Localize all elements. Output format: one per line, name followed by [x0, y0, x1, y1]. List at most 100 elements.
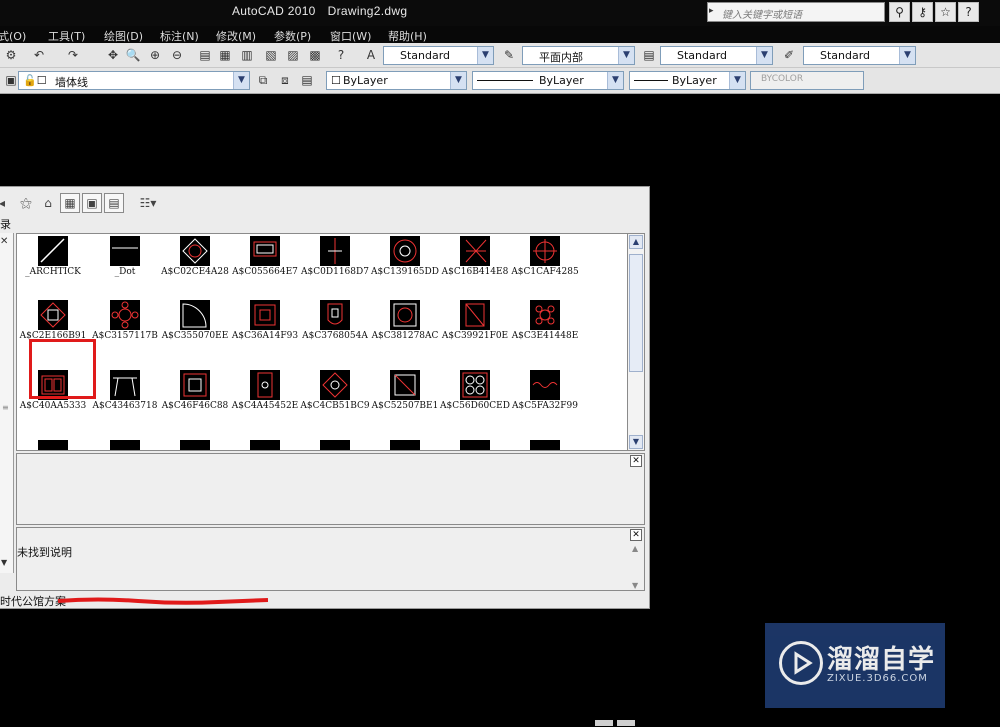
- menu-parametric[interactable]: 参数(P): [274, 28, 311, 44]
- favorites-icon[interactable]: ⚝: [16, 193, 36, 213]
- block-thumbnail: [250, 236, 280, 266]
- block-item[interactable]: A$C3E41448E: [509, 300, 581, 370]
- close-icon[interactable]: ✕: [0, 236, 8, 247]
- zoom-window-icon[interactable]: ⊕: [146, 46, 164, 64]
- description-scrollbar[interactable]: ▲ ▼: [630, 544, 644, 590]
- block-item[interactable]: _ARCHTICK: [17, 236, 89, 306]
- description-toggle-icon[interactable]: ▤: [104, 193, 124, 213]
- bottom-status-strip: [0, 719, 1000, 727]
- palette-scrollbar[interactable]: ▲ ▼: [628, 233, 645, 451]
- menu-dimension[interactable]: 标注(N): [160, 28, 199, 44]
- layer-states-icon[interactable]: ▤: [298, 71, 316, 89]
- chevron-down-icon[interactable]: ▼: [899, 47, 915, 64]
- chevron-down-icon[interactable]: ▼: [756, 47, 772, 64]
- color-swatch-icon: ☐: [331, 74, 341, 87]
- tool-palette-icon[interactable]: ▥: [238, 46, 256, 64]
- scroll-down-icon[interactable]: ▼: [632, 581, 638, 590]
- star-icon[interactable]: ☆: [935, 2, 956, 22]
- help-icon[interactable]: ?: [332, 46, 350, 64]
- settings-icon[interactable]: ⚙: [2, 46, 20, 64]
- linetype-select[interactable]: ByLayer ▼: [472, 71, 624, 90]
- make-current-icon[interactable]: ⧉: [254, 71, 272, 89]
- binoculars-icon[interactable]: ⚲: [889, 2, 910, 22]
- menu-window[interactable]: 窗口(W): [330, 28, 371, 44]
- home-icon[interactable]: ⌂: [38, 193, 58, 213]
- calculator-icon[interactable]: ▩: [306, 46, 324, 64]
- menu-draw[interactable]: 绘图(D): [104, 28, 143, 44]
- search-input[interactable]: ▸ 键入关键字或短语: [707, 2, 885, 22]
- menu-help[interactable]: 帮助(H): [388, 28, 427, 44]
- back-icon[interactable]: ◂: [0, 193, 12, 213]
- scroll-up-icon[interactable]: ▲: [632, 544, 638, 553]
- scroll-down-icon[interactable]: ▼: [629, 435, 643, 449]
- block-thumbnail-partial: [180, 440, 210, 450]
- block-item[interactable]: A$C1CAF4285: [509, 236, 581, 306]
- menu-tools[interactable]: 工具(T): [48, 28, 85, 44]
- undo-icon[interactable]: ↶: [30, 46, 48, 64]
- block-thumbnail-partial: [250, 440, 280, 450]
- block-palette: _ARCHTICK _Dot A$C02CE4A28 A$C055664E7 A…: [16, 233, 628, 451]
- dim-style-icon[interactable]: ✎: [500, 46, 518, 64]
- block-thumbnail: [320, 300, 350, 330]
- block-name: A$C5FA32F99: [512, 401, 578, 411]
- help-icon[interactable]: ?: [958, 2, 979, 22]
- scroll-thumb[interactable]: [629, 254, 643, 372]
- menu-format[interactable]: 式(O): [0, 28, 26, 44]
- menu-modify[interactable]: 修改(M): [216, 28, 256, 44]
- preview-toggle-icon[interactable]: ▣: [82, 193, 102, 213]
- text-style-select[interactable]: Standard ▼: [383, 46, 494, 65]
- dim-style-select[interactable]: 平面内部 ▼: [522, 46, 635, 65]
- block-thumbnail: [530, 370, 560, 400]
- design-center-icon[interactable]: ▦: [216, 46, 234, 64]
- grip-icon[interactable]: ≡: [2, 403, 9, 412]
- status-tab[interactable]: [617, 720, 635, 726]
- infocenter-icons: ⚲ ⚷ ☆ ?: [889, 2, 979, 22]
- close-icon[interactable]: ✕: [630, 455, 642, 467]
- sheet-set-icon[interactable]: ▧: [262, 46, 280, 64]
- chevron-down-icon[interactable]: ▼: [607, 72, 623, 89]
- views-dropdown-icon[interactable]: ☷▾: [134, 193, 162, 213]
- block-thumbnail: [460, 300, 490, 330]
- chevron-down-icon[interactable]: ▼: [729, 72, 745, 89]
- status-tab[interactable]: [595, 720, 613, 726]
- block-thumbnail: [38, 236, 68, 266]
- description-panel: ✕ 未找到说明 ▲ ▼: [16, 527, 645, 591]
- redo-icon[interactable]: ↷: [64, 46, 82, 64]
- color-value: ByLayer: [343, 74, 388, 87]
- mleader-style-value: Standard: [820, 49, 871, 62]
- mleader-style-icon[interactable]: ✐: [780, 46, 798, 64]
- key-icon[interactable]: ⚷: [912, 2, 933, 22]
- app-title: AutoCAD 2010: [232, 4, 316, 18]
- block-thumbnail: [180, 370, 210, 400]
- scroll-up-icon[interactable]: ▲: [629, 235, 643, 249]
- block-item[interactable]: A$C5FA32F99: [509, 370, 581, 440]
- properties-icon[interactable]: ▤: [196, 46, 214, 64]
- chevron-down-icon[interactable]: ▼: [450, 72, 466, 89]
- pan-icon[interactable]: ✥: [104, 46, 122, 64]
- block-thumbnail-partial: [390, 440, 420, 450]
- tree-view-toggle-icon[interactable]: ▦: [60, 193, 80, 213]
- scroll-down-icon[interactable]: ▼: [1, 558, 7, 567]
- text-style-icon[interactable]: A: [362, 46, 380, 64]
- expand-arrow-icon[interactable]: ▸: [709, 6, 719, 20]
- chevron-down-icon[interactable]: ▼: [233, 72, 249, 89]
- layer-previous-icon[interactable]: ⧈: [276, 71, 294, 89]
- tree-panel-collapsed: ✕ ≡ ▼: [0, 233, 14, 573]
- block-thumbnail: [460, 236, 490, 266]
- table-style-select[interactable]: Standard ▼: [660, 46, 773, 65]
- table-style-icon[interactable]: ▤: [640, 46, 658, 64]
- close-icon[interactable]: ✕: [630, 529, 642, 541]
- block-thumbnail-partial: [38, 440, 68, 450]
- layer-select[interactable]: 🔓☐ 墙体线 ▼: [18, 71, 250, 90]
- document-title: Drawing2.dwg: [327, 4, 408, 18]
- mleader-style-select[interactable]: Standard ▼: [803, 46, 916, 65]
- color-select[interactable]: ☐ ByLayer ▼: [326, 71, 467, 90]
- markup-icon[interactable]: ▨: [284, 46, 302, 64]
- zoom-realtime-icon[interactable]: 🔍: [124, 46, 142, 64]
- block-thumbnail: [180, 300, 210, 330]
- chevron-down-icon[interactable]: ▼: [618, 47, 634, 64]
- zoom-previous-icon[interactable]: ⊖: [168, 46, 186, 64]
- lineweight-select[interactable]: ByLayer ▼: [629, 71, 746, 90]
- description-text: 未找到说明: [17, 546, 72, 559]
- chevron-down-icon[interactable]: ▼: [477, 47, 493, 64]
